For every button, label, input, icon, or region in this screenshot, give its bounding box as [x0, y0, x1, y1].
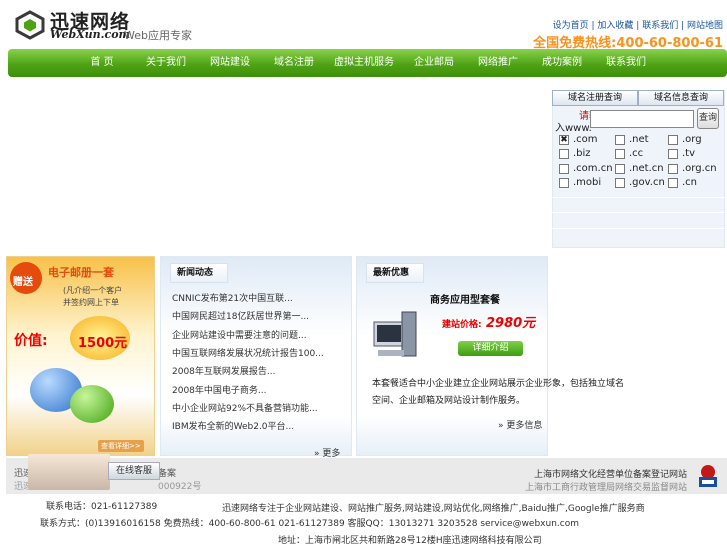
- tld-tv-checkbox[interactable]: .tv: [668, 148, 695, 159]
- tld-govcn-checkbox[interactable]: .gov.cn: [615, 177, 665, 188]
- nav-item-contact[interactable]: 联系我们: [594, 49, 658, 77]
- footer-line: 迅速网络专注于企业网站建设、网站推广服务,网站建设,网站优化,网络推广,Baid…: [222, 504, 645, 514]
- checkbox-icon: [668, 134, 678, 145]
- main-nav: 首 页 关于我们 网站建设 域名注册 虚拟主机服务 企业邮局 网络推广 成功案例…: [8, 49, 727, 77]
- checkbox-icon: [668, 148, 678, 159]
- promo-value-label: 价值:: [14, 333, 48, 349]
- domain-input[interactable]: [590, 110, 694, 128]
- tld-cn-checkbox[interactable]: .cn: [668, 177, 697, 188]
- tld-biz-checkbox[interactable]: .biz: [559, 148, 591, 159]
- tld-org-checkbox[interactable]: .org: [668, 134, 702, 145]
- tld-comcn-checkbox[interactable]: .com.cn: [559, 163, 613, 174]
- footer-phone: 联系电话：021-61127389: [46, 502, 158, 512]
- news-item[interactable]: 2008年互联网发展报告...: [172, 364, 276, 377]
- news-item[interactable]: 中国网民超过18亿跃居世界第一...: [172, 309, 309, 322]
- offer-description: 本套餐适合中小企业建立企业网站展示企业形象，包括独立域名: [372, 379, 625, 389]
- logo-slogan: Web应用专家: [124, 29, 192, 42]
- nav-item-cases[interactable]: 成功案例: [530, 49, 594, 77]
- logo-text-en: WebXun.com: [50, 28, 131, 41]
- footer-contact: 联系方式：(0)13916016158 免费热线：400-60-800-61 0…: [40, 519, 580, 529]
- nav-item-about[interactable]: 关于我们: [134, 49, 198, 77]
- nav-item-email[interactable]: 企业邮局: [402, 49, 466, 77]
- tab-news[interactable]: 新闻动态: [170, 263, 228, 283]
- checkbox-icon: [615, 177, 625, 188]
- top-link-homepage[interactable]: 设为首页: [553, 21, 589, 31]
- police-badge-icon: [699, 465, 717, 487]
- top-links: 设为首页 | 加入收藏 | 联系我们 | 网站地图: [552, 21, 723, 31]
- promo-amount: 1500元: [78, 336, 128, 351]
- checkbox-icon: [615, 134, 625, 145]
- band-text: 备案: [158, 469, 177, 479]
- promo-subtitle: 并签约网上下单: [63, 298, 119, 307]
- nav-item-home[interactable]: 首 页: [70, 49, 134, 77]
- tab-offers[interactable]: 最新优惠: [366, 263, 424, 283]
- tld-netcn-checkbox[interactable]: .net.cn: [615, 163, 664, 174]
- news-item[interactable]: 中国互联网络发展状况统计报告100...: [172, 346, 324, 359]
- offer-title: 商务应用型套餐: [430, 295, 500, 306]
- price-value: 2980元: [486, 316, 536, 331]
- checkbox-icon: [559, 148, 569, 159]
- offer-description: 空间、企业邮箱及网站设计制作服务。: [372, 396, 526, 406]
- news-item[interactable]: IBM发布全新的Web2.0平台...: [172, 419, 294, 432]
- news-item[interactable]: 企业网站建设中需要注意的问题...: [172, 328, 307, 341]
- domain-prefix: 入www.: [555, 123, 592, 134]
- online-service-button[interactable]: 在线客服: [108, 462, 160, 480]
- checkbox-icon: [668, 177, 678, 188]
- band-registration-link[interactable]: 上海市网络文化经营单位备案登记网站: [534, 467, 687, 480]
- price-label: 建站价格:: [442, 320, 482, 330]
- checkbox-icon: [559, 163, 569, 174]
- news-item[interactable]: CNNIC发布第21次中国互联...: [172, 291, 293, 304]
- promo-badge-text: 赠送: [13, 277, 33, 288]
- offer-more-link[interactable]: » 更多信息: [498, 418, 542, 431]
- domain-search-button[interactable]: 查询: [697, 108, 719, 129]
- customer-service-photo: [28, 454, 110, 490]
- tab-domain-register[interactable]: 域名注册查询: [552, 90, 638, 106]
- promo-title: 电子邮册一套: [48, 266, 114, 279]
- promo-more-link[interactable]: 查看详细>>: [98, 440, 144, 452]
- nav-item-website[interactable]: 网站建设: [198, 49, 262, 77]
- logo-icon: [15, 10, 45, 40]
- top-link-favorite[interactable]: 加入收藏: [597, 21, 633, 31]
- chat-bubble-icon: [70, 385, 114, 423]
- checkbox-icon: [615, 163, 625, 174]
- top-link-contact[interactable]: 联系我们: [642, 21, 678, 31]
- tab-domain-whois[interactable]: 域名信息查询: [638, 90, 724, 106]
- tld-net-checkbox[interactable]: .net: [615, 134, 649, 145]
- domain-tabs: 域名注册查询 域名信息查询: [552, 90, 725, 106]
- news-item[interactable]: 中小企业网站92%不具备营销功能...: [172, 401, 318, 414]
- footer-address: 地址：上海市闸北区共和新路28号12楼H座迅速网络科技有限公司: [278, 536, 542, 546]
- tld-cc-checkbox[interactable]: .cc: [615, 148, 643, 159]
- detail-button[interactable]: 详细介绍: [458, 341, 523, 356]
- tld-com-checkbox[interactable]: ✖ .com: [559, 134, 598, 145]
- tld-orgcn-checkbox[interactable]: .org.cn: [668, 163, 717, 174]
- nav-item-promotion[interactable]: 网络推广: [466, 49, 530, 77]
- nav-item-hosting[interactable]: 虚拟主机服务: [326, 49, 402, 77]
- top-link-sitemap[interactable]: 网站地图: [687, 21, 723, 31]
- checkbox-icon: [559, 177, 569, 188]
- band-registration-link[interactable]: 上海市工商行政管理局网络交易监督网站: [525, 480, 687, 493]
- nav-item-domain[interactable]: 域名注册: [262, 49, 326, 77]
- checkbox-icon: [668, 163, 678, 174]
- checkbox-checked-icon: ✖: [559, 134, 569, 145]
- promo-subtitle: (凡介绍一个客户: [63, 286, 123, 295]
- computer-icon: [373, 311, 417, 357]
- tld-mobi-checkbox[interactable]: .mobi: [559, 177, 601, 188]
- band-text: 000922号: [158, 482, 202, 492]
- news-item[interactable]: 2008年中国电子商务...: [172, 383, 267, 396]
- checkbox-icon: [615, 148, 625, 159]
